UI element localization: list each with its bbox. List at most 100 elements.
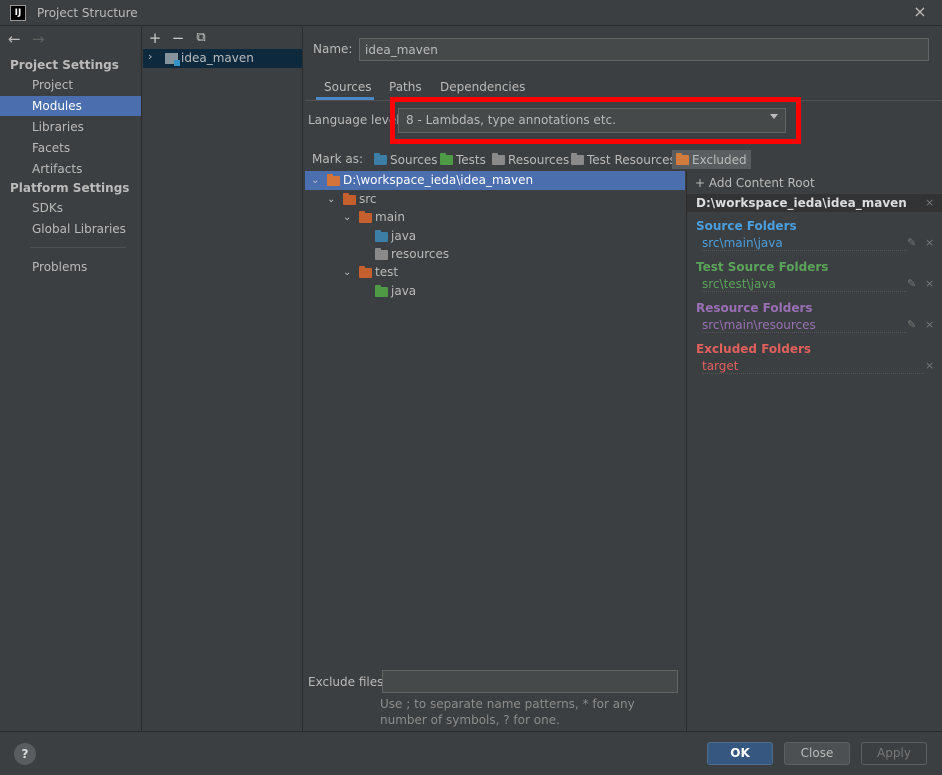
name-label: Name: [313, 42, 353, 56]
sidebar-item-sdks[interactable]: SDKs [0, 198, 141, 218]
mark-as-resources-button[interactable]: Resources [492, 150, 569, 169]
tree-row-label: src [359, 192, 377, 206]
chevron-down-icon[interactable]: ⌄ [343, 208, 351, 227]
resource-folders-title: Resource Folders [696, 301, 813, 315]
mark-as-sources-label: Sources [390, 152, 438, 167]
edit-pencil-icon[interactable]: ✎ [907, 277, 916, 290]
mark-as-test-resources-label: Test Resources [587, 152, 676, 167]
sidebar-item-modules[interactable]: Modules [0, 96, 141, 116]
remove-content-root-icon[interactable]: × [925, 196, 934, 209]
exclude-files-label: Exclude files: [308, 675, 388, 689]
tree-row-label: test [375, 265, 399, 279]
mark-as-test-resources-button[interactable]: Test Resources [571, 150, 676, 169]
resource-folder-path: src\main\resources [702, 318, 816, 332]
test-folder-icon [375, 285, 388, 297]
folder-icon [327, 174, 340, 186]
sidebar-item-problems[interactable]: Problems [0, 257, 141, 277]
tree-row-label: D:\workspace_ieda\idea_maven [343, 173, 534, 187]
tree-row-main[interactable]: ⌄ main [305, 208, 685, 227]
excluded-folder-icon [676, 152, 689, 165]
tree-row-root[interactable]: ⌄ D:\workspace_ieda\idea_maven [305, 171, 685, 190]
mark-as-sources-button[interactable]: Sources [374, 150, 437, 169]
chevron-down-icon[interactable]: ⌄ [343, 263, 351, 282]
settings-sidebar: ← → Project Settings Project Modules Lib… [0, 27, 142, 731]
chevron-down-icon[interactable]: ⌄ [327, 190, 335, 209]
tree-row-label: resources [391, 247, 450, 261]
module-name-input[interactable] [359, 38, 929, 61]
intellij-app-icon: IJ [10, 5, 26, 21]
divider [702, 291, 907, 292]
sidebar-item-global-libraries[interactable]: Global Libraries [0, 219, 141, 239]
sidebar-item-artifacts[interactable]: Artifacts [0, 159, 141, 179]
sidebar-item-facets[interactable]: Facets [0, 138, 141, 158]
folder-icon [343, 193, 356, 205]
title-bar [0, 0, 942, 26]
chevron-down-icon[interactable]: ⌄ [311, 171, 319, 190]
remove-folder-icon[interactable]: × [925, 236, 934, 249]
resource-folder-icon [375, 248, 388, 260]
divider [702, 373, 924, 374]
test-source-folders-title: Test Source Folders [696, 260, 829, 274]
add-module-icon[interactable]: + [147, 29, 163, 47]
mark-as-resources-label: Resources [508, 152, 570, 167]
tree-row-resources[interactable]: resources [305, 245, 685, 264]
remove-module-icon[interactable]: − [170, 29, 186, 47]
excluded-folders-title: Excluded Folders [696, 342, 812, 356]
remove-folder-icon[interactable]: × [925, 277, 934, 290]
forward-arrow-icon: → [32, 30, 45, 48]
source-folders-title: Source Folders [696, 219, 797, 233]
content-root-tree: ⌄ D:\workspace_ieda\idea_maven ⌄ src ⌄ m… [305, 171, 685, 666]
project-settings-heading: Project Settings [10, 58, 119, 72]
sidebar-divider [30, 247, 126, 248]
chevron-right-icon[interactable]: › [148, 50, 152, 63]
module-icon [165, 53, 180, 66]
platform-settings-heading: Platform Settings [10, 181, 130, 195]
help-icon[interactable]: ? [14, 743, 36, 765]
sidebar-item-project[interactable]: Project [0, 75, 141, 95]
mark-as-excluded-label: Excluded [692, 152, 747, 167]
tests-folder-icon [440, 152, 453, 165]
folder-icon [359, 211, 372, 223]
sidebar-item-libraries[interactable]: Libraries [0, 117, 141, 137]
tree-row-main-java[interactable]: java [305, 227, 685, 246]
folder-icon [359, 266, 372, 278]
tab-sources[interactable]: Sources [316, 80, 374, 100]
source-folder-icon [375, 230, 388, 242]
content-root-path: D:\workspace_ieda\idea_maven [696, 196, 907, 210]
apply-button: Apply [861, 742, 927, 765]
mark-as-excluded-button[interactable]: Excluded [672, 150, 751, 169]
tree-row-label: java [391, 229, 417, 243]
resources-folder-icon [492, 152, 505, 165]
tree-row-test-java[interactable]: java [305, 282, 685, 301]
mark-as-tests-button[interactable]: Tests [440, 150, 486, 169]
exclude-files-hint: Use ; to separate name patterns, * for a… [380, 697, 635, 727]
ok-button[interactable]: OK [707, 742, 773, 765]
edit-pencil-icon[interactable]: ✎ [907, 236, 916, 249]
remove-folder-icon[interactable]: × [925, 359, 934, 372]
close-window-icon[interactable]: × [912, 3, 928, 21]
back-arrow-icon[interactable]: ← [8, 30, 21, 48]
content-root-panel: + Add Content Root D:\workspace_ieda\ide… [686, 171, 942, 731]
module-name: idea_maven [181, 51, 254, 65]
module-list-panel: + − ⧉ › idea_maven [143, 27, 303, 731]
tree-row-label: java [391, 284, 417, 298]
edit-pencil-icon[interactable]: ✎ [907, 318, 916, 331]
exclude-files-input[interactable] [382, 670, 678, 693]
tree-row-test[interactable]: ⌄ test [305, 263, 685, 282]
sources-folder-icon [374, 152, 387, 165]
test-resources-folder-icon [571, 152, 584, 165]
mark-as-label: Mark as: [312, 152, 364, 166]
close-button[interactable]: Close [784, 742, 850, 765]
tree-row-src[interactable]: ⌄ src [305, 190, 685, 209]
module-row-idea-maven[interactable]: › idea_maven [143, 49, 302, 68]
divider [702, 250, 907, 251]
tree-row-label: main [375, 210, 405, 224]
add-content-root-link[interactable]: + Add Content Root [695, 176, 815, 190]
remove-folder-icon[interactable]: × [925, 318, 934, 331]
excluded-folder-path: target [702, 359, 739, 373]
source-folder-path: src\main\java [702, 236, 783, 250]
highlight-annotation-box [390, 97, 801, 144]
copy-module-icon[interactable]: ⧉ [193, 29, 209, 47]
mark-as-tests-label: Tests [456, 152, 486, 167]
window-title: Project Structure [37, 6, 138, 20]
